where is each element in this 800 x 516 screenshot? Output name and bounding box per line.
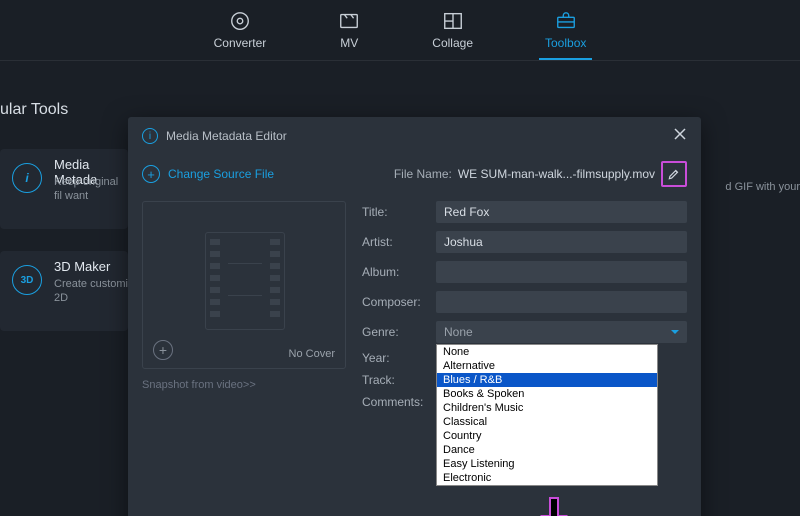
genre-option[interactable]: Alternative <box>437 359 657 373</box>
dialog-title: Media Metadata Editor <box>166 129 287 143</box>
nav-label: Toolbox <box>545 36 586 50</box>
converter-icon <box>229 10 251 32</box>
genre-option[interactable]: Easy Listening <box>437 457 657 471</box>
genre-select[interactable]: None NoneAlternativeBlues / R&BBooks & S… <box>436 321 687 343</box>
year-label: Year: <box>362 351 428 365</box>
film-icon <box>205 232 285 330</box>
genre-option[interactable]: Children's Music <box>437 401 657 415</box>
close-icon[interactable] <box>673 127 687 146</box>
collage-icon <box>442 10 464 32</box>
nav-converter[interactable]: Converter <box>208 6 273 60</box>
album-label: Album: <box>362 265 428 279</box>
info-icon: i <box>142 128 158 144</box>
title-input[interactable] <box>436 201 687 223</box>
composer-input[interactable] <box>436 291 687 313</box>
genre-option[interactable]: Classical <box>437 415 657 429</box>
toolbox-icon <box>555 10 577 32</box>
artist-label: Artist: <box>362 235 428 249</box>
tool-card-sub: Create customi 2D <box>54 277 128 305</box>
genre-option[interactable]: Books & Spoken <box>437 387 657 401</box>
nav-label: MV <box>340 36 358 50</box>
cover-panel: + No Cover Snapshot from video>> <box>142 201 344 409</box>
file-name-value: WE SUM-man-walk...-filmsupply.mov <box>458 167 655 181</box>
genre-value: None <box>444 325 473 339</box>
comments-label: Comments: <box>362 395 428 409</box>
artist-input[interactable] <box>436 231 687 253</box>
tool-card-title: 3D Maker <box>54 259 110 274</box>
tool-card-metadata[interactable]: i Media Metada Keep original fil want <box>0 149 128 229</box>
metadata-editor-dialog: i Media Metadata Editor + Change Source … <box>128 117 701 516</box>
genre-option[interactable]: Electronic <box>437 471 657 485</box>
threeD-icon: 3D <box>12 265 42 295</box>
info-icon: i <box>12 163 42 193</box>
tool-card-sub: Keep original fil want <box>54 175 128 203</box>
nav-label: Converter <box>214 36 267 50</box>
tool-card-3d[interactable]: 3D 3D Maker Create customi 2D <box>0 251 128 331</box>
genre-option[interactable]: Blues / R&B <box>437 373 657 387</box>
plus-icon[interactable]: + <box>142 165 160 183</box>
genre-option[interactable]: Country <box>437 429 657 443</box>
nav-collage[interactable]: Collage <box>426 6 479 60</box>
nav-mv[interactable]: MV <box>332 6 366 60</box>
no-cover-label: No Cover <box>289 348 335 360</box>
genre-dropdown[interactable]: NoneAlternativeBlues / R&BBooks & Spoken… <box>436 344 658 486</box>
nav-toolbox[interactable]: Toolbox <box>539 6 592 60</box>
tools-heading: ular Tools <box>0 101 68 119</box>
change-source-link[interactable]: Change Source File <box>168 167 274 181</box>
mv-icon <box>338 10 360 32</box>
add-cover-button[interactable]: + <box>153 340 173 360</box>
genre-option[interactable]: Dance <box>437 443 657 457</box>
genre-option[interactable]: None <box>437 345 657 359</box>
edit-filename-button[interactable] <box>661 161 687 187</box>
metadata-form: Title: Artist: Album: Composer: Genre: N… <box>362 201 687 409</box>
cover-placeholder: + No Cover <box>142 201 346 369</box>
right-hint-text: d GIF with your <box>725 181 800 193</box>
composer-label: Composer: <box>362 295 428 309</box>
album-input[interactable] <box>436 261 687 283</box>
source-row: + Change Source File File Name: WE SUM-m… <box>128 155 701 201</box>
file-name-label: File Name: <box>394 167 452 181</box>
genre-label: Genre: <box>362 325 428 339</box>
top-nav: Converter MV Collage Toolbox <box>0 0 800 61</box>
snapshot-link[interactable]: Snapshot from video>> <box>142 379 344 391</box>
track-label: Track: <box>362 373 428 387</box>
nav-label: Collage <box>432 36 473 50</box>
title-label: Title: <box>362 205 428 219</box>
dialog-header: i Media Metadata Editor <box>128 117 701 155</box>
